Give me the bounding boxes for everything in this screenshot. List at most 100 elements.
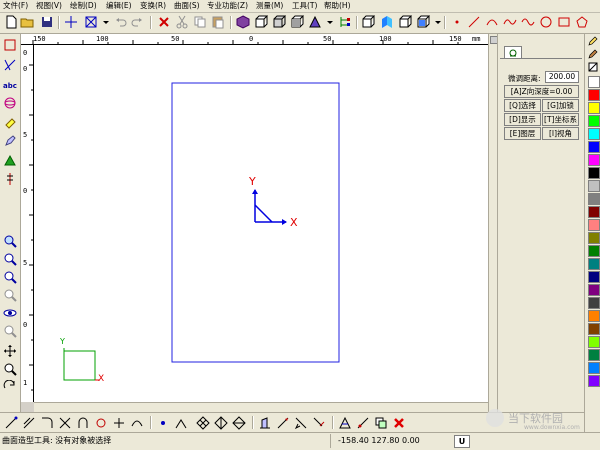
select-box-icon[interactable] [3, 38, 17, 52]
color-swatch[interactable] [588, 154, 600, 166]
view-eye-icon[interactable] [3, 306, 17, 320]
menu-view[interactable]: 视图(V) [36, 1, 62, 11]
line-edit-icon[interactable] [4, 416, 18, 430]
highlight-tool-icon[interactable] [3, 116, 17, 130]
view-angle-button[interactable]: [I]视角 [542, 127, 579, 140]
color-swatch[interactable] [588, 362, 600, 374]
color-swatch[interactable] [588, 193, 600, 205]
select-button[interactable]: [Q]选择 [504, 99, 541, 112]
rectangle-tool-icon[interactable] [557, 15, 571, 29]
pencil-icon[interactable] [588, 36, 598, 46]
polygon-tool-icon[interactable] [575, 15, 589, 29]
depth-button[interactable]: [A]Z向深度=0.00 [504, 85, 579, 98]
color-swatch[interactable] [588, 76, 600, 88]
point-tool-icon[interactable] [450, 15, 464, 29]
color-swatch[interactable] [588, 141, 600, 153]
pattern-icon[interactable] [588, 62, 598, 72]
pick-icon[interactable] [3, 58, 17, 72]
color-swatch[interactable] [588, 258, 600, 270]
menu-draw[interactable]: 绘制(D) [70, 1, 97, 11]
surface-patch-icon[interactable] [196, 416, 210, 430]
menu-tools[interactable]: 工具(T) [292, 1, 317, 11]
cut-icon[interactable] [175, 15, 189, 29]
break-icon[interactable] [112, 416, 126, 430]
unit-toggle[interactable]: U [454, 435, 470, 448]
horizontal-scrollbar[interactable] [34, 402, 488, 412]
surface-copy-icon[interactable] [374, 416, 388, 430]
surface-trim-icon[interactable] [338, 416, 352, 430]
fillet-icon[interactable] [40, 416, 54, 430]
menu-surface[interactable]: 曲面(S) [174, 1, 200, 11]
delete-surface-icon[interactable] [392, 416, 406, 430]
lock-button[interactable]: [G]加锁 [542, 99, 579, 112]
copy-icon[interactable] [193, 15, 207, 29]
layer-button[interactable]: [E]图层 [504, 127, 541, 140]
menu-edit[interactable]: 编辑(E) [106, 1, 132, 11]
join-icon[interactable] [130, 416, 144, 430]
sweep-icon[interactable] [276, 416, 290, 430]
color-swatch[interactable] [588, 349, 600, 361]
color-swatch[interactable] [588, 206, 600, 218]
menu-pro-features[interactable]: 专业功能(Z) [207, 1, 248, 11]
zoom-extents-icon[interactable] [3, 324, 17, 338]
open-file-button[interactable] [20, 15, 34, 29]
menu-transform[interactable]: 变换(R) [140, 1, 166, 11]
curve-tool-icon[interactable] [503, 15, 517, 29]
redo-button[interactable] [130, 15, 144, 29]
pan-icon[interactable] [3, 344, 17, 358]
color-swatch[interactable] [588, 102, 600, 114]
iso-view-icon[interactable] [416, 15, 430, 29]
chevron-down-icon[interactable] [431, 15, 441, 29]
line-tool-icon[interactable] [467, 15, 481, 29]
measure-tool-icon[interactable] [3, 172, 17, 186]
axis-view-icon[interactable] [308, 15, 322, 29]
circle-edit-icon[interactable] [94, 416, 108, 430]
surface-edit-icon[interactable] [356, 416, 370, 430]
zoom-window-icon[interactable] [3, 234, 17, 248]
paint-tool-icon[interactable] [3, 134, 17, 148]
multi-line-icon[interactable] [22, 416, 36, 430]
magnify-icon[interactable] [3, 362, 17, 376]
color-swatch[interactable] [588, 219, 600, 231]
surface-mesh-icon[interactable] [214, 416, 228, 430]
zoom-prev-icon[interactable] [3, 288, 17, 302]
split-icon[interactable] [312, 416, 326, 430]
color-swatch[interactable] [588, 232, 600, 244]
save-button[interactable] [40, 15, 54, 29]
arc-tool-icon[interactable] [485, 15, 499, 29]
shaded-cube-icon[interactable] [236, 15, 250, 29]
menu-measure[interactable]: 测量(M) [256, 1, 283, 11]
color-swatch[interactable] [588, 297, 600, 309]
blue-face-icon[interactable] [380, 15, 394, 29]
fine-tune-input[interactable]: 200.00 [545, 71, 579, 83]
zoom-in-icon[interactable] [3, 252, 17, 266]
color-swatch[interactable] [588, 310, 600, 322]
crosshair-icon[interactable] [64, 15, 78, 29]
color-swatch[interactable] [588, 115, 600, 127]
color-swatch[interactable] [588, 375, 600, 387]
extrude-icon[interactable] [258, 416, 272, 430]
sphere-tool-icon[interactable] [3, 96, 17, 110]
zoom-out-icon[interactable] [3, 270, 17, 284]
menu-help[interactable]: 帮助(H) [324, 1, 351, 11]
drawing-canvas[interactable]: Y X Y X [34, 45, 488, 402]
color-swatch[interactable] [588, 323, 600, 335]
text-tool-icon[interactable]: abc [3, 78, 17, 92]
spline-tool-icon[interactable] [521, 15, 535, 29]
tangent-icon[interactable] [174, 416, 188, 430]
chevron-down-icon[interactable] [323, 15, 333, 29]
coordinate-system-button[interactable]: [T]坐标系 [542, 113, 579, 126]
color-swatch[interactable] [588, 245, 600, 257]
color-swatch[interactable] [588, 284, 600, 296]
menu-file[interactable]: 文件(F) [3, 1, 28, 11]
circle-tool-icon[interactable] [539, 15, 553, 29]
color-picker-icon[interactable] [588, 49, 598, 59]
display-button[interactable]: [D]显示 [504, 113, 541, 126]
color-swatch[interactable] [588, 167, 600, 179]
node-icon[interactable] [156, 416, 170, 430]
color-swatch[interactable] [588, 128, 600, 140]
rotate-view-icon[interactable] [3, 380, 17, 394]
cube-outline-icon[interactable] [398, 15, 412, 29]
undo-button[interactable] [114, 15, 128, 29]
flip-icon[interactable] [294, 416, 308, 430]
